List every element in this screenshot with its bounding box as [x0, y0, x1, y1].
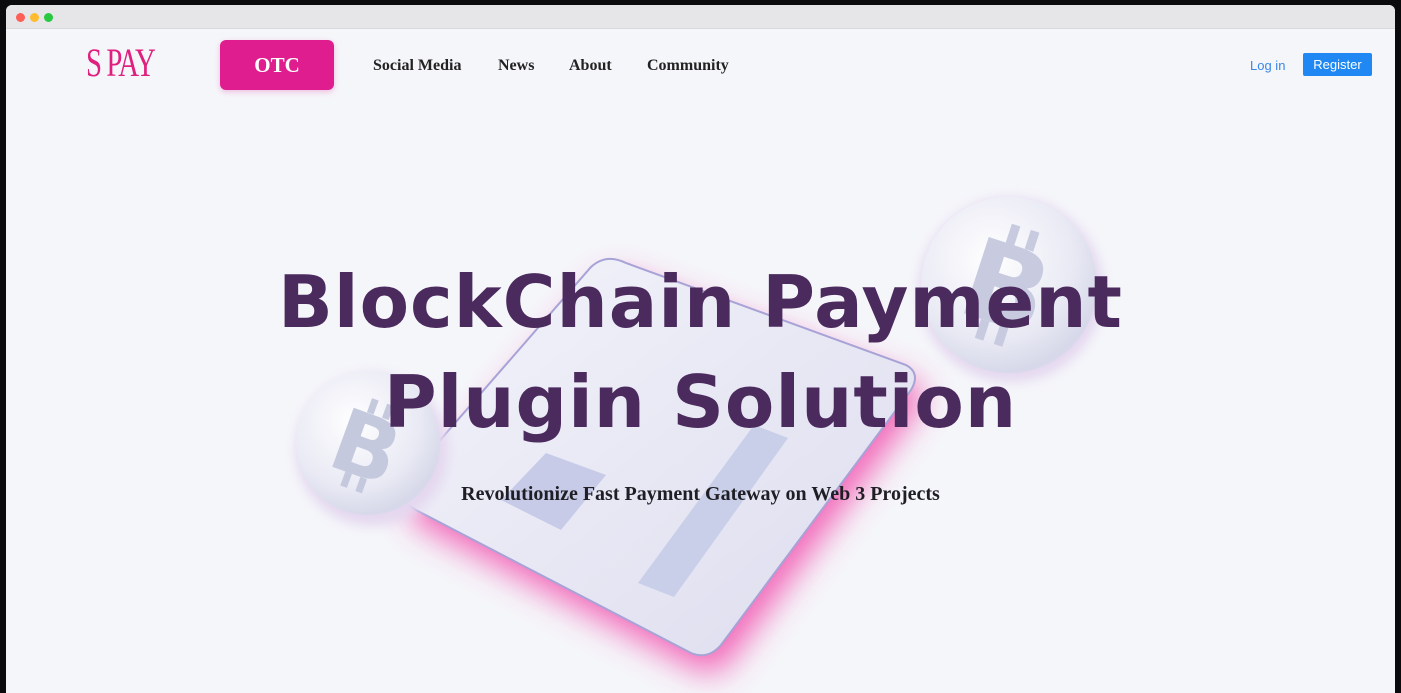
spay-logo[interactable]: S PAY — [86, 39, 156, 87]
nav-link-community[interactable]: Community — [647, 56, 729, 76]
otc-button[interactable]: OTC — [220, 40, 334, 90]
nav-link-news[interactable]: News — [498, 56, 534, 76]
nav-link-about[interactable]: About — [569, 56, 612, 76]
browser-window: B B S PAY OTC Social Media News About Co… — [6, 5, 1395, 693]
top-navbar: S PAY OTC Social Media News About Commun… — [6, 29, 1395, 99]
hero-subtitle: Revolutionize Fast Payment Gateway on We… — [461, 483, 940, 505]
hero-illustration: B B — [296, 197, 1103, 674]
login-link[interactable]: Log in — [1250, 58, 1285, 73]
nav-link-social-media[interactable]: Social Media — [373, 56, 461, 76]
hero-title-line-2: Plugin Solution — [383, 360, 1018, 444]
hero-title-line-1: BlockChain Payment — [278, 260, 1123, 344]
register-button[interactable]: Register — [1303, 53, 1372, 76]
